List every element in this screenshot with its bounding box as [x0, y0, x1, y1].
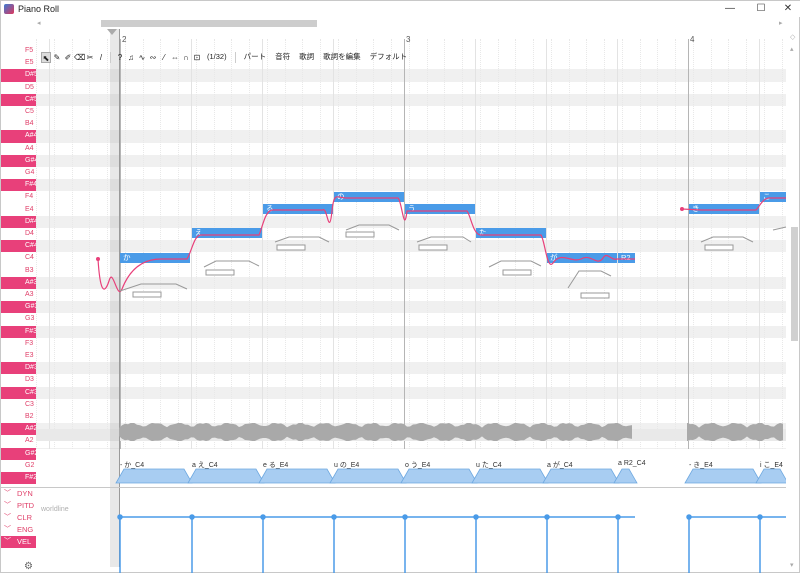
expression-vel[interactable]: ﹀ VEL [1, 536, 36, 548]
chevron-down-icon: ﹀ [4, 538, 11, 545]
phoneme-label: u の_E4 [334, 462, 360, 469]
phoneme-label: a R2_C4 [618, 460, 646, 467]
chevron-down-icon: ﹀ [4, 490, 11, 497]
phoneme-label: e る_E4 [263, 462, 289, 469]
phoneme-label: o う_E4 [405, 462, 431, 469]
expression-pitd[interactable]: ﹀ PITD [1, 500, 36, 512]
chevron-down-icon: ﹀ [4, 514, 11, 521]
phoneme-block [400, 468, 478, 484]
scroll-up-icon[interactable]: ▴ [790, 45, 794, 53]
chevron-down-icon: ﹀ [4, 502, 11, 509]
phoneme-block [613, 468, 638, 484]
expression-label: VEL [17, 537, 32, 546]
phoneme-block [187, 468, 265, 484]
phoneme-block [684, 468, 762, 484]
waveform-segment [687, 423, 783, 441]
phoneme-label: u た_C4 [476, 462, 502, 469]
pitch-curve [97, 196, 635, 293]
expression-dyn[interactable]: ﹀ DYN [1, 488, 36, 500]
phoneme-label: a え_C4 [192, 462, 218, 469]
pitch-point [680, 207, 684, 211]
piano-roll-window: Piano Roll — ☐ ✕ ◂ ▸ F5 E5 D#5 D5 C#5 C5 B4 A#4… [0, 0, 800, 573]
expression-label: CLR [17, 513, 33, 522]
expression-curve[interactable] [36, 489, 786, 573]
zoom-icon[interactable]: ◇ [790, 33, 795, 41]
expression-eng[interactable]: ﹀ ENG [1, 524, 36, 536]
scroll-down-icon[interactable]: ▾ [790, 561, 794, 569]
chevron-down-icon: ﹀ [4, 526, 11, 533]
waveform-segment [119, 423, 632, 441]
panel-divider [1, 487, 786, 488]
waveform [119, 423, 783, 441]
pitch-curve [681, 197, 786, 211]
expression-label: DYN [17, 489, 33, 498]
phoneme-block [542, 468, 620, 484]
expression-label: PITD [17, 501, 35, 510]
phoneme-block [115, 468, 193, 484]
gear-icon[interactable]: ⚙ [24, 561, 33, 572]
phoneme-block [755, 468, 786, 484]
vibrato-controls [119, 224, 787, 299]
phoneme-block [329, 468, 407, 484]
expression-clr[interactable]: ﹀ CLR [1, 512, 36, 524]
phoneme-label: a が_C4 [547, 462, 573, 469]
phoneme-block [258, 468, 336, 484]
pitch-point [96, 257, 100, 261]
phoneme-label: - き_E4 [689, 462, 713, 469]
expression-label: ENG [17, 525, 34, 534]
phoneme-block [471, 468, 549, 484]
phoneme-label: i こ_E4 [760, 462, 783, 469]
phoneme-label: - か_C4 [120, 462, 145, 469]
vertical-scroll-thumb[interactable] [791, 227, 798, 341]
